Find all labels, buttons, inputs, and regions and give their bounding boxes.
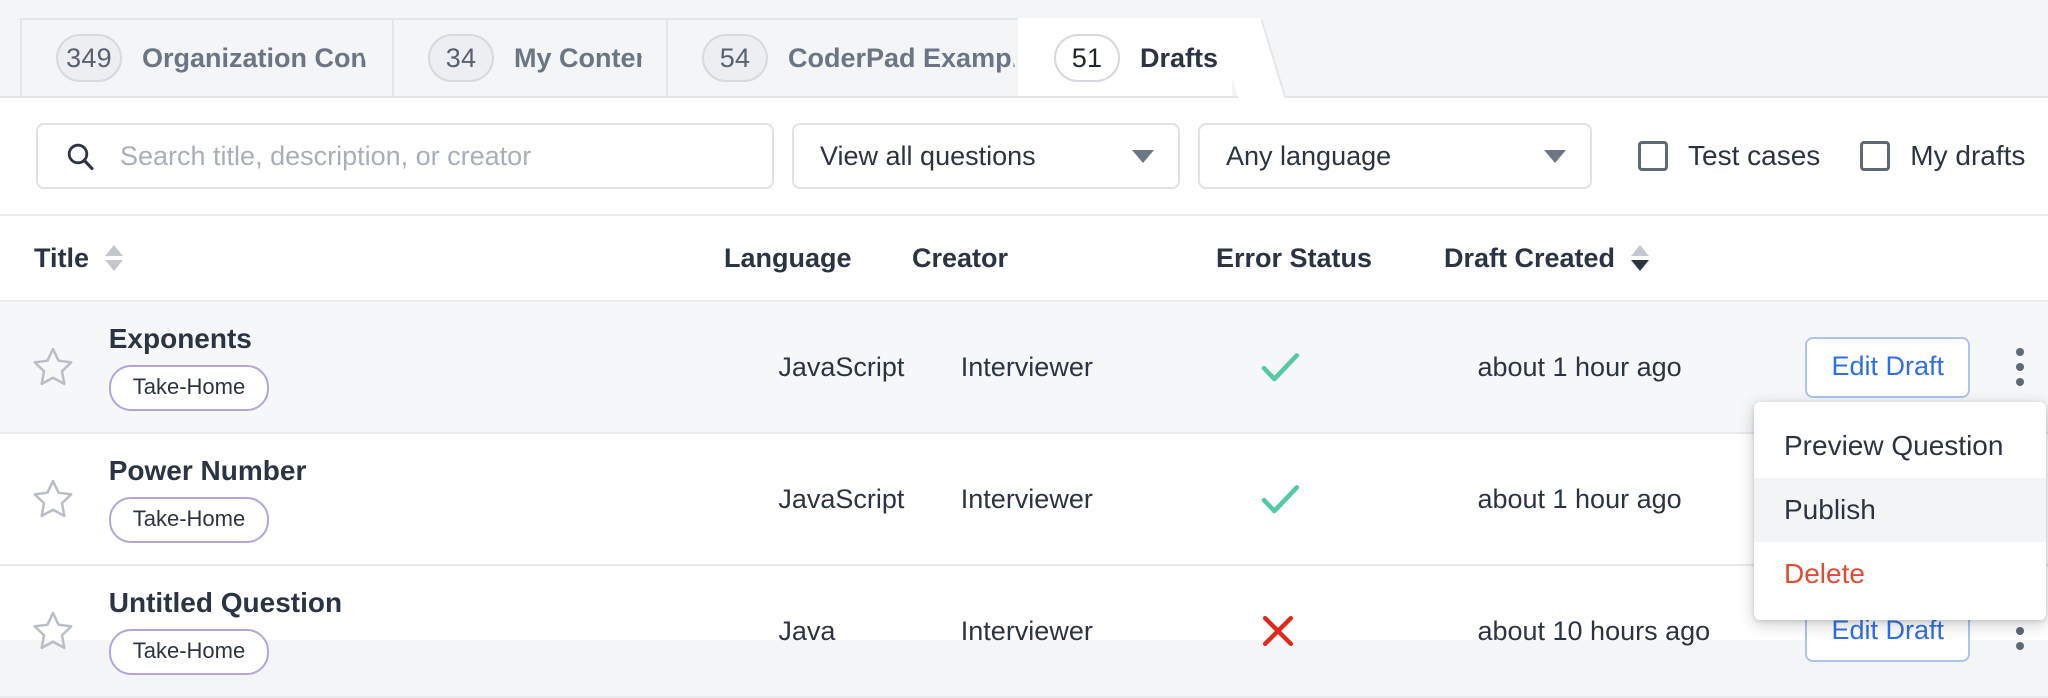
star-icon[interactable] [30,608,76,654]
check-icon [1261,485,1300,514]
sort-asc-icon [105,245,124,256]
edit-draft-button[interactable]: Edit Draft [1805,336,1970,398]
sort-toggle-title[interactable] [105,245,124,271]
column-header-language: Language [724,242,852,273]
search-icon [67,143,94,171]
test-cases-checkbox-group[interactable]: Test cases [1638,140,1820,172]
column-header-error-status: Error Status [1216,242,1373,273]
column-header-draft-created-label: Draft Created [1444,242,1616,273]
error-status-cell [1242,475,1477,523]
my-drafts-label: My drafts [1910,140,2026,171]
tab-count-badge: 51 [1054,34,1120,82]
content-panel: View all questions Any language Test cas… [0,96,2048,698]
table-row[interactable]: Power Number Take-Home JavaScript Interv… [0,434,2048,566]
chevron-down-icon [1544,149,1566,163]
tab-count-badge: 34 [428,34,494,82]
error-status-cell [1242,343,1477,391]
kebab-dot [2016,363,2024,371]
chevron-down-icon [1132,149,1154,163]
search-input[interactable] [118,139,722,173]
column-header-title[interactable]: Title [0,243,724,274]
favorite-star-cell[interactable] [0,344,107,390]
tab-edge [1214,18,1287,98]
question-language: JavaScript [778,483,905,514]
question-title-cell[interactable]: Untitled Question Take-Home [107,587,779,675]
sort-toggle-draft-created[interactable] [1631,245,1650,271]
kebab-dot [2016,348,2024,356]
check-icon [1261,353,1300,382]
star-icon[interactable] [30,476,76,522]
question-library-page: 349 Organization Content i 34 My Content… [0,0,2048,698]
menu-item-preview-question[interactable]: Preview Question [1754,414,2046,478]
question-language: Java [778,615,836,646]
tab-coderpad-examples[interactable]: 54 CoderPad Examples i [666,18,1075,98]
language-select[interactable]: Any language [1198,123,1592,189]
question-title[interactable]: Power Number [109,455,779,487]
tab-count-badge: 54 [702,34,768,82]
tab-count-badge: 349 [56,34,122,82]
question-title-cell[interactable]: Power Number Take-Home [107,455,779,543]
draft-created-date: about 10 hours ago [1477,615,1711,646]
star-icon[interactable] [30,344,76,390]
column-header-creator: Creator [912,242,1009,273]
question-language: JavaScript [778,351,905,382]
question-title[interactable]: Exponents [109,323,779,355]
kebab-dot [2016,642,2024,650]
table-row[interactable]: Untitled Question Take-Home Java Intervi… [0,566,2048,698]
kebab-dot [2016,378,2024,386]
question-creator: Interviewer [960,351,1093,382]
table-header-row: Title Language Creator Error Status Draf… [0,216,2048,302]
favorite-star-cell[interactable] [0,608,107,654]
tab-organization-content[interactable]: 349 Organization Content i [20,18,443,98]
my-drafts-checkbox-group[interactable]: My drafts [1860,140,2025,172]
sort-desc-icon [105,260,124,271]
test-cases-label: Test cases [1688,140,1821,171]
view-questions-value: View all questions [820,140,1036,171]
tab-strip: 349 Organization Content i 34 My Content… [0,0,2048,98]
favorite-star-cell[interactable] [0,476,107,522]
question-type-badge: Take-Home [108,629,270,675]
column-header-draft-created[interactable]: Draft Created [1444,243,1782,274]
column-header-title-label: Title [34,242,90,273]
cross-icon [1263,615,1294,647]
view-questions-select[interactable]: View all questions [792,123,1180,189]
table-row[interactable]: Exponents Take-Home JavaScript Interview… [0,302,2048,434]
row-more-options-button[interactable] [1992,339,2048,395]
kebab-dot [2016,627,2024,635]
menu-item-delete[interactable]: Delete [1754,542,2046,606]
question-title-cell[interactable]: Exponents Take-Home [107,323,779,411]
question-creator: Interviewer [960,615,1093,646]
menu-item-publish[interactable]: Publish [1754,478,2046,542]
question-creator: Interviewer [960,483,1093,514]
question-type-badge: Take-Home [108,365,270,411]
question-type-badge: Take-Home [108,497,270,543]
my-drafts-checkbox[interactable] [1860,141,1891,171]
tab-my-content[interactable]: 34 My Content i [392,18,703,98]
row-context-menu: Preview Question Publish Delete [1754,402,2046,620]
filter-bar: View all questions Any language Test cas… [0,98,2048,216]
tab-label: Drafts [1140,42,1219,73]
sort-desc-icon [1631,260,1650,271]
error-status-cell [1242,609,1477,653]
row-actions: Edit Draft [1805,336,2048,398]
question-title[interactable]: Untitled Question [109,587,779,619]
language-value: Any language [1226,140,1392,171]
draft-created-date: about 1 hour ago [1477,351,1682,382]
sort-asc-icon [1631,245,1650,256]
tab-drafts[interactable]: 51 Drafts i [1018,18,1287,98]
test-cases-checkbox[interactable] [1638,141,1668,171]
search-box[interactable] [36,123,774,189]
